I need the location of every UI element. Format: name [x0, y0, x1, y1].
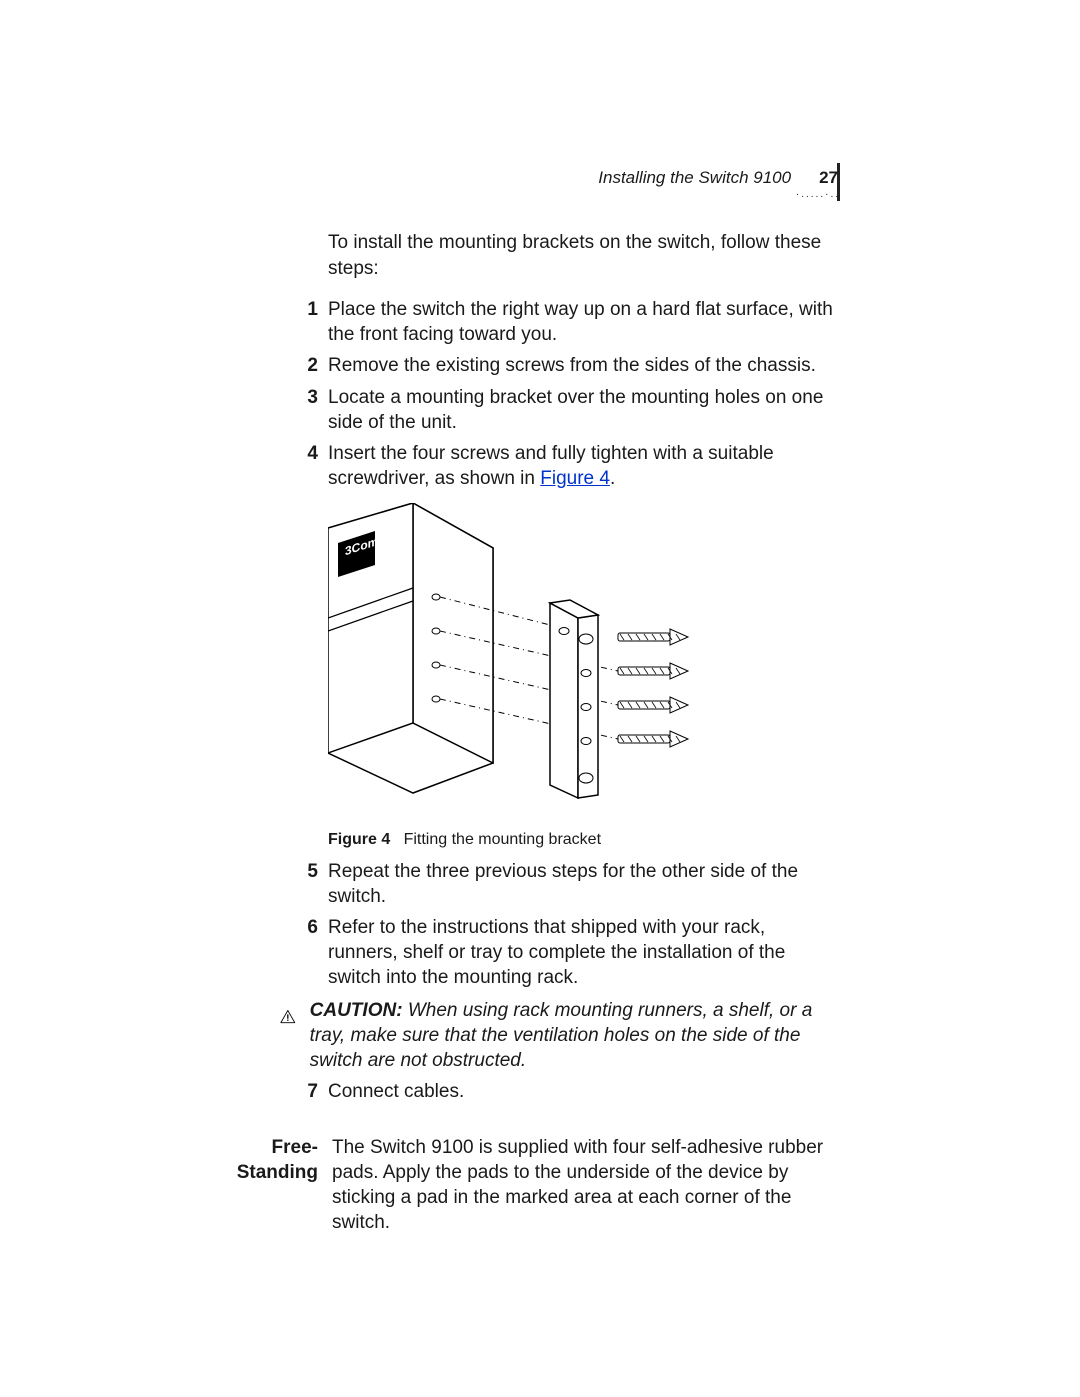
step-number: 4 [304, 441, 318, 491]
step-item: 3 Locate a mounting bracket over the mou… [328, 385, 840, 435]
step-number: 2 [304, 353, 318, 378]
step-text: Insert the four screws and fully tighten… [328, 441, 840, 491]
steps-list-bot: 7 Connect cables. [328, 1079, 840, 1104]
step-item: 6 Refer to the instructions that shipped… [328, 915, 840, 990]
step-text: Place the switch the right way up on a h… [328, 297, 840, 347]
steps-list-top: 1 Place the switch the right way up on a… [328, 297, 840, 491]
step-number: 6 [304, 915, 318, 990]
step-text: Repeat the three previous steps for the … [328, 859, 840, 909]
step-text: Refer to the instructions that shipped w… [328, 915, 840, 990]
header-title: Installing the Switch 9100 [598, 168, 791, 188]
step-number: 1 [304, 297, 318, 347]
figure-caption: Figure 4 Fitting the mounting bracket [328, 831, 840, 849]
page-number: 27 [819, 168, 838, 188]
step-text: Connect cables. [328, 1079, 840, 1104]
figure-caption-text: Fitting the mounting bracket [404, 831, 601, 848]
section-text: The Switch 9100 is supplied with four se… [332, 1135, 840, 1235]
step-number: 3 [304, 385, 318, 435]
section-free-standing: Free-Standing The Switch 9100 is supplie… [328, 1135, 840, 1235]
step-number: 7 [304, 1079, 318, 1104]
step-text-part: . [610, 468, 615, 489]
caution-icon [280, 1000, 296, 1034]
section-label: Free-Standing [192, 1135, 318, 1235]
figure-illustration: 3Com [328, 503, 708, 823]
step-item: 5 Repeat the three previous steps for th… [328, 859, 840, 909]
page-header: Installing the Switch 9100 27 [598, 168, 838, 188]
figure-label: Figure 4 [328, 831, 390, 848]
step-text: Locate a mounting bracket over the mount… [328, 385, 840, 435]
caution-text: CAUTION: When using rack mounting runner… [310, 998, 840, 1073]
step-text: Remove the existing screws from the side… [328, 353, 840, 378]
caution-label: CAUTION: [310, 1000, 403, 1021]
page-container: Installing the Switch 9100 27 ·.....·.. … [0, 0, 1080, 1397]
intro-text: To install the mounting brackets on the … [328, 230, 840, 281]
steps-list-mid: 5 Repeat the three previous steps for th… [328, 859, 840, 990]
step-item: 4 Insert the four screws and fully tight… [328, 441, 840, 491]
figure-link[interactable]: Figure 4 [540, 468, 610, 489]
step-number: 5 [304, 859, 318, 909]
caution: CAUTION: When using rack mounting runner… [328, 998, 840, 1073]
main-content: To install the mounting brackets on the … [328, 230, 840, 1235]
step-item: 7 Connect cables. [328, 1079, 840, 1104]
step-item: 2 Remove the existing screws from the si… [328, 353, 840, 378]
figure: 3Com [328, 503, 840, 823]
header-decoration-dots: ·.....·.. [796, 189, 840, 200]
step-item: 1 Place the switch the right way up on a… [328, 297, 840, 347]
